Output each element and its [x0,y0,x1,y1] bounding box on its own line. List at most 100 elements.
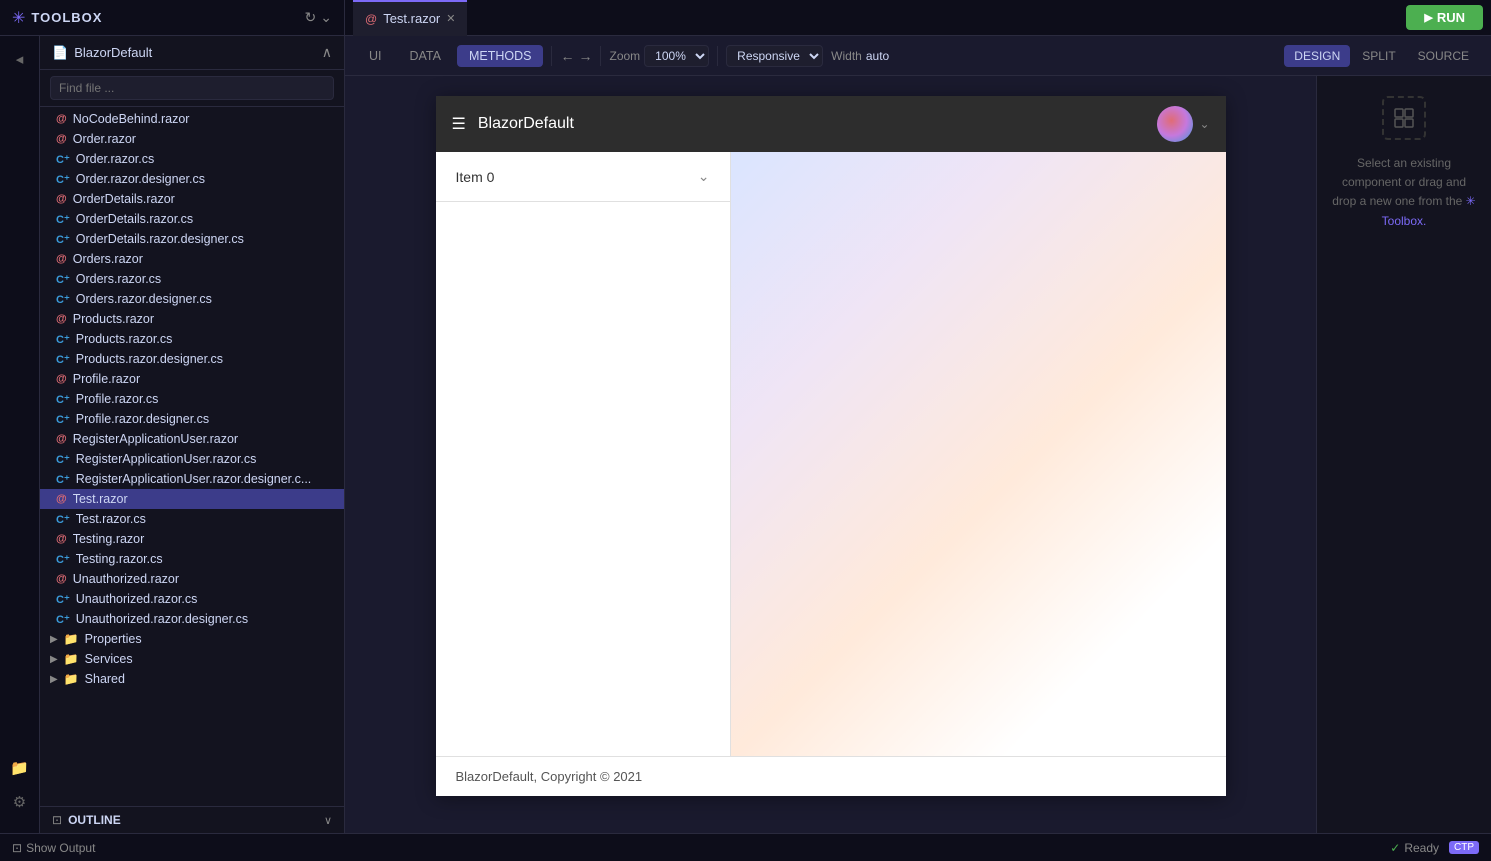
sidebar-collapse-icon[interactable]: ∧ [322,44,332,61]
tab-data[interactable]: DATA [398,45,453,67]
file-item[interactable]: C⁺ Profile.razor.designer.cs [40,409,344,429]
tab-close-icon[interactable]: ✕ [446,12,455,25]
folder-icon: 📁 [64,652,79,666]
chevron-down-button[interactable]: ⌄ [320,9,332,26]
nav-settings-icon[interactable]: ⚙ [5,787,35,817]
cs-icon: C⁺ [56,173,70,186]
sidebar: 📄 BlazorDefault ∧ @ NoCodeBehind.razor @… [40,36,345,833]
file-item[interactable]: C⁺ Profile.razor.cs [40,389,344,409]
right-panel-hint: Select an existing component or drag and… [1329,154,1479,231]
run-icon: ▶ [1424,11,1432,24]
file-item[interactable]: C⁺ Unauthorized.razor.designer.cs [40,609,344,629]
folder-item-properties[interactable]: ▶ 📁 Properties [40,629,344,649]
tab-methods[interactable]: METHODS [457,45,544,67]
tab-split[interactable]: SPLIT [1352,45,1405,67]
nav-back-btn[interactable]: ← [560,48,574,64]
at-icon: @ [56,573,67,585]
outline-toggle-icon[interactable]: ∨ [324,814,332,827]
show-output-button[interactable]: ⊡ Show Output [12,841,95,855]
tab-name: Test.razor [383,11,440,26]
file-item[interactable]: @ OrderDetails.razor [40,189,344,209]
nav-back-icon[interactable]: ◂ [5,44,35,74]
nav-folder-icon[interactable]: 📁 [5,753,35,783]
file-item[interactable]: @ Profile.razor [40,369,344,389]
folder-item-shared[interactable]: ▶ 📁 Shared [40,669,344,689]
canvas-list-item[interactable]: Item 0 ⌄ [436,152,730,202]
zoom-select[interactable]: 100% 75% 150% [644,45,709,67]
responsive-select[interactable]: Responsive Mobile Desktop [726,45,823,67]
file-item[interactable]: @ Products.razor [40,309,344,329]
file-item[interactable]: @ Unauthorized.razor [40,569,344,589]
file-item[interactable]: C⁺ Products.razor.designer.cs [40,349,344,369]
avatar-dropdown-icon[interactable]: ⌄ [1199,117,1209,131]
run-label: RUN [1437,10,1465,25]
file-item[interactable]: @ Order.razor [40,129,344,149]
file-item[interactable]: C⁺ RegisterApplicationUser.razor.designe… [40,469,344,489]
tab-ui[interactable]: UI [357,45,394,67]
folder-icon: 📁 [64,632,79,646]
folder-item-services[interactable]: ▶ 📁 Services [40,649,344,669]
file-item[interactable]: C⁺ OrderDetails.razor.cs [40,209,344,229]
tab-source[interactable]: SOURCE [1408,45,1479,67]
file-item[interactable]: @ RegisterApplicationUser.razor [40,429,344,449]
status-label: Ready [1404,841,1439,855]
file-item-active[interactable]: @ Test.razor [40,489,344,509]
file-item[interactable]: C⁺ Products.razor.cs [40,329,344,349]
file-item[interactable]: C⁺ RegisterApplicationUser.razor.cs [40,449,344,469]
toolbox-logo-icon: ✳ [12,8,25,28]
file-item[interactable]: C⁺ OrderDetails.razor.designer.cs [40,229,344,249]
outline-icon: ⊡ [52,813,62,827]
cs-icon: C⁺ [56,393,70,406]
canvas-area: ☰ BlazorDefault ⌄ Item 0 ⌄ [345,76,1316,833]
cs-icon: C⁺ [56,233,70,246]
at-icon: @ [56,533,67,545]
sidebar-title: BlazorDefault [74,45,152,60]
canvas-footer: BlazorDefault, Copyright © 2021 [436,756,1226,796]
file-item[interactable]: C⁺ Test.razor.cs [40,509,344,529]
zoom-label: Zoom [609,49,640,63]
at-icon: @ [56,193,67,205]
cs-icon: C⁺ [56,553,70,566]
right-panel: Select an existing component or drag and… [1316,76,1491,833]
tab-design[interactable]: DESIGN [1284,45,1350,67]
file-item[interactable]: C⁺ Unauthorized.razor.cs [40,589,344,609]
app-title: TOOLBOX [31,10,102,25]
item-chevron-icon: ⌄ [698,168,710,185]
ctp-badge: CTP [1449,841,1479,854]
nav-forward-btn[interactable]: → [578,48,592,64]
cs-icon: C⁺ [56,293,70,306]
refresh-button[interactable]: ↻ [305,9,317,26]
at-icon: @ [56,133,67,145]
width-label: Width [831,49,862,63]
tab-at-icon: @ [365,12,377,26]
cs-icon: C⁺ [56,333,70,346]
file-item[interactable]: C⁺ Testing.razor.cs [40,549,344,569]
footer-text: BlazorDefault, Copyright © 2021 [456,769,643,784]
left-nav: ◂ 📁 ⚙ [0,36,40,833]
hamburger-icon[interactable]: ☰ [452,114,466,134]
canvas-navbar: ☰ BlazorDefault ⌄ [436,96,1226,152]
file-tab[interactable]: @ Test.razor ✕ [353,0,467,36]
file-item[interactable]: @ NoCodeBehind.razor [40,109,344,129]
file-item[interactable]: C⁺ Order.razor.designer.cs [40,169,344,189]
cs-icon: C⁺ [56,453,70,466]
show-output-label: Show Output [26,841,95,855]
cs-icon: C⁺ [56,273,70,286]
outline-label: OUTLINE [68,813,121,827]
folder-arrow-icon: ▶ [50,634,58,645]
canvas-brand: BlazorDefault [478,115,574,133]
item-label: Item 0 [456,169,495,185]
folder-arrow-icon: ▶ [50,654,58,665]
toolbar-row: UI DATA METHODS ← → Zoom 100% 75% 150% R… [345,36,1491,76]
file-item[interactable]: @ Testing.razor [40,529,344,549]
run-button[interactable]: ▶ RUN [1406,5,1483,30]
cs-icon: C⁺ [56,153,70,166]
file-item[interactable]: C⁺ Orders.razor.cs [40,269,344,289]
at-icon: @ [56,433,67,445]
at-icon: @ [56,493,67,505]
file-item[interactable]: C⁺ Orders.razor.designer.cs [40,289,344,309]
file-item[interactable]: @ Orders.razor [40,249,344,269]
search-input[interactable] [50,76,334,100]
file-item[interactable]: C⁺ Order.razor.cs [40,149,344,169]
width-value: auto [866,49,889,63]
